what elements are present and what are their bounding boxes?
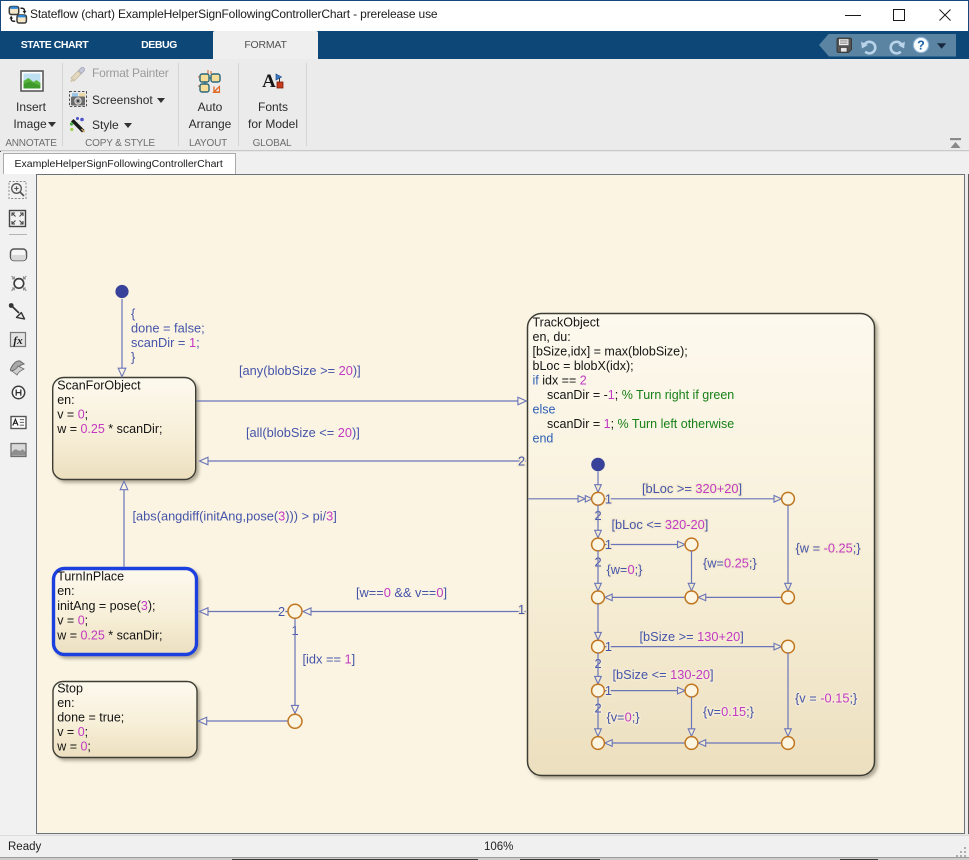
svg-text:v = 0;: v = 0; [57, 614, 88, 628]
svg-text:v = 0;: v = 0; [57, 408, 88, 422]
svg-text:done = true;: done = true; [57, 711, 124, 725]
svg-text:[bLoc <= 320-20]: [bLoc <= 320-20] [612, 517, 709, 532]
svg-text:[w==0 && v==0]: [w==0 && v==0] [356, 585, 447, 600]
svg-text:v = 0;: v = 0; [57, 725, 88, 739]
svg-text:[any(blobSize >= 20)]: [any(blobSize >= 20)] [239, 363, 361, 378]
svg-text:w = 0.25 * scanDir;: w = 0.25 * scanDir; [56, 422, 162, 436]
svg-text:bLoc = blobX(idx);: bLoc = blobX(idx); [533, 359, 634, 373]
svg-text:{v=0.15;}: {v=0.15;} [703, 704, 755, 719]
svg-text:ScanForObject: ScanForObject [57, 379, 141, 393]
svg-text:1: 1 [605, 491, 612, 506]
svg-text:w = 0.25 * scanDir;: w = 0.25 * scanDir; [56, 628, 162, 642]
svg-text:en:: en: [57, 696, 74, 710]
svg-text:en:: en: [57, 393, 74, 407]
svg-text:{v=0;}: {v=0;} [607, 710, 641, 725]
svg-text:[all(blobSize <= 20)]: [all(blobSize <= 20)] [246, 425, 360, 440]
svg-text:if idx == 2: if idx == 2 [533, 374, 587, 388]
svg-text:fx: fx [13, 335, 23, 347]
svg-text:Stop: Stop [57, 682, 83, 696]
svg-text:scanDir = 1; % Turn left other: scanDir = 1; % Turn left otherwise [547, 417, 734, 431]
svg-text:end: end [533, 432, 554, 446]
svg-text:else: else [533, 403, 556, 417]
svg-text:{: { [131, 306, 136, 321]
svg-text:?: ? [917, 38, 925, 52]
svg-text:1: 1 [605, 537, 612, 552]
svg-text:1: 1 [605, 683, 612, 698]
svg-text:[bSize <= 130-20]: [bSize <= 130-20] [613, 667, 714, 682]
svg-text:2: 2 [278, 604, 285, 619]
svg-text:w = 0;: w = 0; [56, 740, 91, 754]
svg-text:[idx == 1]: [idx == 1] [303, 652, 356, 667]
svg-text:1: 1 [605, 639, 612, 654]
svg-text:TurnInPlace: TurnInPlace [57, 570, 124, 584]
svg-text:}: } [131, 350, 136, 365]
svg-text:A: A [262, 71, 276, 92]
svg-text:{v = -0.15;}: {v = -0.15;} [795, 691, 858, 706]
svg-text:2: 2 [518, 454, 525, 469]
svg-text:[abs(angdiff(initAng,pose(3))): [abs(angdiff(initAng,pose(3))) > pi/3] [133, 509, 337, 524]
svg-text:{w=0.25;}: {w=0.25;} [703, 556, 757, 571]
svg-text:[bLoc >= 320+20]: [bLoc >= 320+20] [642, 481, 742, 496]
svg-text:done = false;: done = false; [131, 321, 205, 336]
svg-text:scanDir = -1; % Turn right if: scanDir = -1; % Turn right if green [547, 388, 734, 402]
svg-text:[bSize >= 130+20]: [bSize >= 130+20] [640, 629, 744, 644]
svg-text:TrackObject: TrackObject [533, 316, 600, 330]
svg-text:en, du:: en, du: [533, 330, 571, 344]
svg-text:en:: en: [57, 584, 74, 598]
svg-text:initAng = pose(3);: initAng = pose(3); [57, 599, 155, 613]
svg-text:scanDir = 1;: scanDir = 1; [131, 335, 200, 350]
svg-text:1: 1 [518, 602, 525, 617]
svg-text:{w = -0.25;}: {w = -0.25;} [796, 541, 862, 556]
svg-text:{w=0;}: {w=0;} [607, 562, 644, 577]
svg-text:[bSize,idx] = max(blobSize);: [bSize,idx] = max(blobSize); [533, 345, 688, 359]
